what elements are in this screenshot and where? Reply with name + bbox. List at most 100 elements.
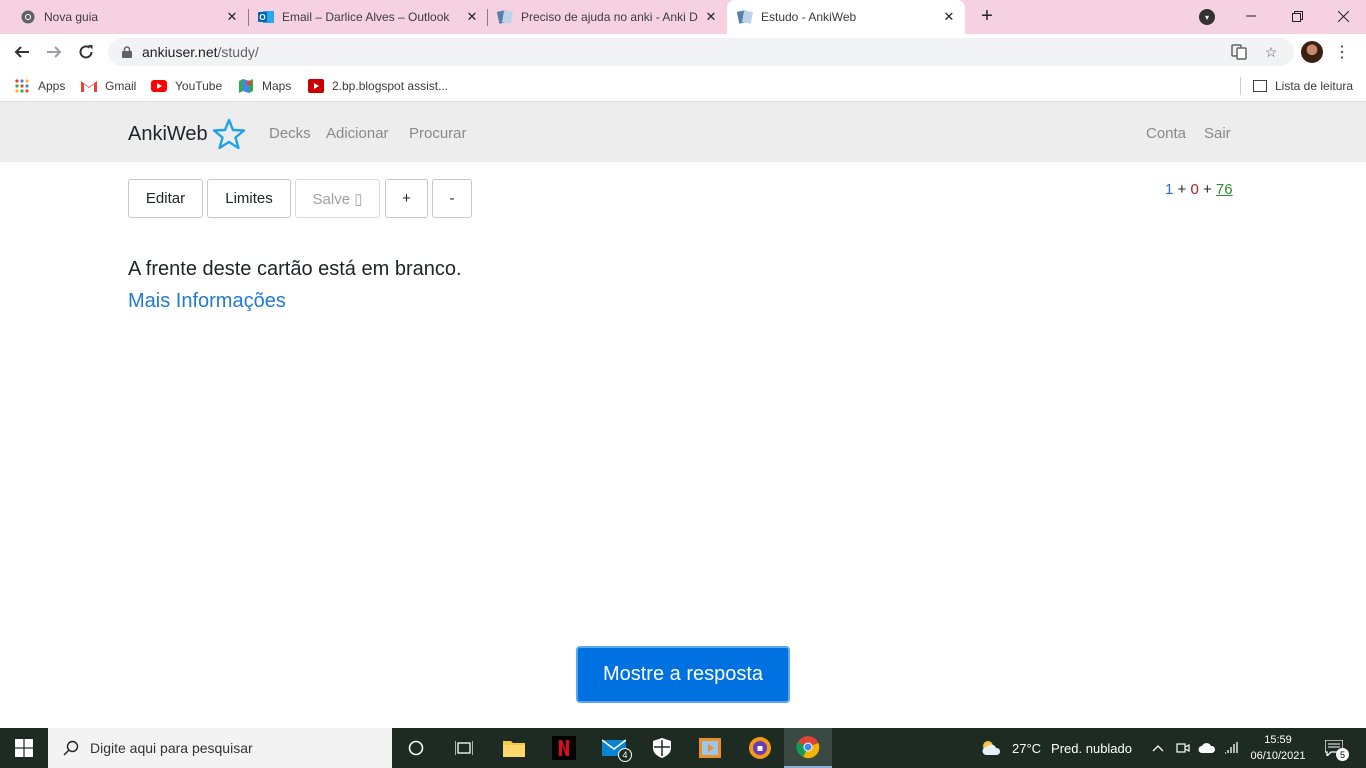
bookmark-youtube[interactable]: YouTube bbox=[151, 76, 222, 96]
nav-add-link[interactable]: Adicionar bbox=[326, 125, 389, 142]
count-separator: + bbox=[1198, 181, 1216, 198]
url-path: /study/ bbox=[217, 44, 259, 60]
chrome-icon bbox=[20, 9, 36, 25]
tab-title: Preciso de ajuda no anki - Anki D bbox=[521, 10, 698, 24]
nav-decks-link[interactable]: Decks bbox=[269, 125, 311, 142]
limits-button[interactable]: Limites bbox=[207, 179, 291, 218]
chrome-menu-icon[interactable]: ⋮ bbox=[1334, 40, 1350, 64]
review-count[interactable]: 76 bbox=[1216, 181, 1233, 198]
close-tab-icon[interactable]: ✕ bbox=[703, 9, 719, 25]
reading-list-button[interactable]: Lista de leitura bbox=[1240, 76, 1353, 96]
search-placeholder: Digite aqui para pesquisar bbox=[90, 740, 253, 756]
tab-outlook[interactable]: O Email – Darlice Alves – Outlook ✕ bbox=[238, 0, 488, 34]
search-icon bbox=[62, 739, 80, 757]
ankiweb-logo[interactable]: AnkiWeb bbox=[128, 118, 246, 150]
browser-toolbar: ankiuser.net/study/ ☆ ⋮ bbox=[0, 34, 1366, 70]
forward-arrow-icon[interactable] bbox=[42, 40, 66, 64]
media-player-icon[interactable] bbox=[686, 728, 734, 768]
anki-icon bbox=[497, 9, 513, 25]
chrome-taskbar-icon[interactable] bbox=[784, 728, 832, 768]
onedrive-icon[interactable] bbox=[1198, 728, 1216, 768]
url-host: ankiuser.net bbox=[142, 44, 218, 60]
clock-date: 06/10/2021 bbox=[1250, 750, 1306, 762]
windows-logo-icon bbox=[15, 739, 33, 757]
bookmark-apps[interactable]: Apps bbox=[14, 76, 65, 96]
tab-search-icon[interactable]: ▾ bbox=[1199, 9, 1215, 25]
ankiweb-navbar: AnkiWeb Decks Adicionar Procurar Conta S… bbox=[0, 102, 1366, 162]
tab-estudo-ankiweb[interactable]: Estudo - AnkiWeb ✕ bbox=[727, 0, 965, 34]
security-shield-icon[interactable] bbox=[638, 728, 686, 768]
tab-title: Estudo - AnkiWeb bbox=[761, 10, 857, 24]
tab-title: Email – Darlice Alves – Outlook bbox=[282, 10, 450, 24]
close-tab-icon[interactable]: ✕ bbox=[941, 9, 957, 25]
mail-icon[interactable]: 4 bbox=[590, 728, 638, 768]
taskbar-search-box[interactable]: Digite aqui para pesquisar bbox=[48, 728, 392, 768]
url-text: ankiuser.net/study/ bbox=[142, 44, 259, 60]
windows-start-button[interactable] bbox=[0, 728, 48, 768]
due-counts: 1 + 0 + 76 bbox=[1165, 181, 1233, 198]
notification-center-icon[interactable]: 5 bbox=[1324, 738, 1349, 761]
lock-icon[interactable] bbox=[120, 45, 134, 59]
weather-desc: Pred. nublado bbox=[1051, 740, 1132, 756]
restore-button[interactable] bbox=[1274, 0, 1320, 32]
svg-text:O: O bbox=[259, 13, 265, 22]
reload-icon[interactable] bbox=[74, 40, 98, 64]
system-clock[interactable]: 15:59 06/10/2021 bbox=[1240, 732, 1316, 764]
count-separator: + bbox=[1173, 181, 1191, 198]
minimize-button[interactable] bbox=[1228, 0, 1274, 32]
meet-now-icon[interactable] bbox=[1176, 728, 1190, 768]
outlook-icon: O bbox=[258, 9, 274, 25]
cortana-icon[interactable] bbox=[392, 728, 440, 768]
decrease-button[interactable]: - bbox=[432, 179, 472, 218]
browser-tab-strip: Nova guia ✕ O Email – Darlice Alves – Ou… bbox=[0, 0, 1366, 34]
wifi-icon[interactable] bbox=[1224, 728, 1238, 768]
weather-temp: 27°C bbox=[1012, 740, 1042, 756]
bookmark-label: 2.bp.blogspot assist... bbox=[332, 79, 449, 93]
save-button[interactable]: Salve ▯ bbox=[295, 179, 380, 218]
more-info-link[interactable]: Mais Informações bbox=[128, 290, 286, 313]
close-window-button[interactable] bbox=[1320, 0, 1366, 32]
bookmark-gmail[interactable]: Gmail bbox=[81, 76, 136, 96]
star-logo-icon bbox=[212, 118, 245, 150]
windows-taskbar: Digite aqui para pesquisar 4 27°C Pred. … bbox=[0, 728, 1366, 768]
apps-grid-icon bbox=[14, 78, 30, 94]
show-answer-button[interactable]: Mostre a resposta bbox=[576, 646, 790, 703]
bookmark-label: Maps bbox=[262, 79, 292, 93]
weather-widget[interactable]: 27°C Pred. nublado bbox=[980, 728, 1132, 768]
file-explorer-icon[interactable] bbox=[490, 728, 538, 768]
learn-count: 0 bbox=[1190, 181, 1199, 198]
vpn-app-icon[interactable] bbox=[736, 728, 784, 768]
reading-list-label: Lista de leitura bbox=[1275, 79, 1354, 93]
mail-badge: 4 bbox=[618, 748, 632, 762]
divider bbox=[1240, 77, 1241, 95]
bookmark-label: Gmail bbox=[105, 79, 137, 93]
maps-icon bbox=[238, 78, 254, 94]
chevron-up-icon bbox=[1152, 745, 1164, 752]
cloudy-weather-icon bbox=[982, 741, 1001, 755]
address-bar[interactable]: ankiuser.net/study/ ☆ bbox=[108, 38, 1294, 66]
nav-logout-link[interactable]: Sair bbox=[1204, 125, 1231, 142]
bookmark-maps[interactable]: Maps bbox=[238, 76, 291, 96]
nav-account-link[interactable]: Conta bbox=[1146, 125, 1186, 142]
back-arrow-icon[interactable] bbox=[10, 40, 34, 64]
brand-name: AnkiWeb bbox=[128, 122, 208, 145]
bookmark-label: YouTube bbox=[175, 79, 223, 93]
edit-button[interactable]: Editar bbox=[128, 179, 203, 218]
increase-button[interactable]: + bbox=[385, 179, 428, 218]
youtube-icon bbox=[308, 78, 324, 94]
clock-time: 15:59 bbox=[1264, 734, 1292, 746]
task-view-icon[interactable] bbox=[440, 728, 488, 768]
anki-icon bbox=[737, 9, 753, 25]
tab-nova-guia[interactable]: Nova guia ✕ bbox=[0, 0, 248, 34]
nav-browse-link[interactable]: Procurar bbox=[409, 125, 467, 142]
bookmarks-bar: Apps Gmail YouTube Maps 2.bp.blogspot as… bbox=[0, 70, 1366, 102]
notification-badge: 5 bbox=[1336, 748, 1349, 761]
translate-icon[interactable] bbox=[1230, 43, 1248, 61]
tab-anki-help[interactable]: Preciso de ajuda no anki - Anki D ✕ bbox=[477, 0, 727, 34]
netflix-icon[interactable] bbox=[540, 728, 588, 768]
bookmark-star-icon[interactable]: ☆ bbox=[1262, 43, 1280, 61]
show-hidden-icons-button[interactable] bbox=[1152, 728, 1164, 768]
new-tab-button[interactable]: + bbox=[976, 5, 998, 27]
profile-avatar[interactable] bbox=[1301, 41, 1323, 63]
bookmark-blogspot[interactable]: 2.bp.blogspot assist... bbox=[308, 76, 448, 96]
